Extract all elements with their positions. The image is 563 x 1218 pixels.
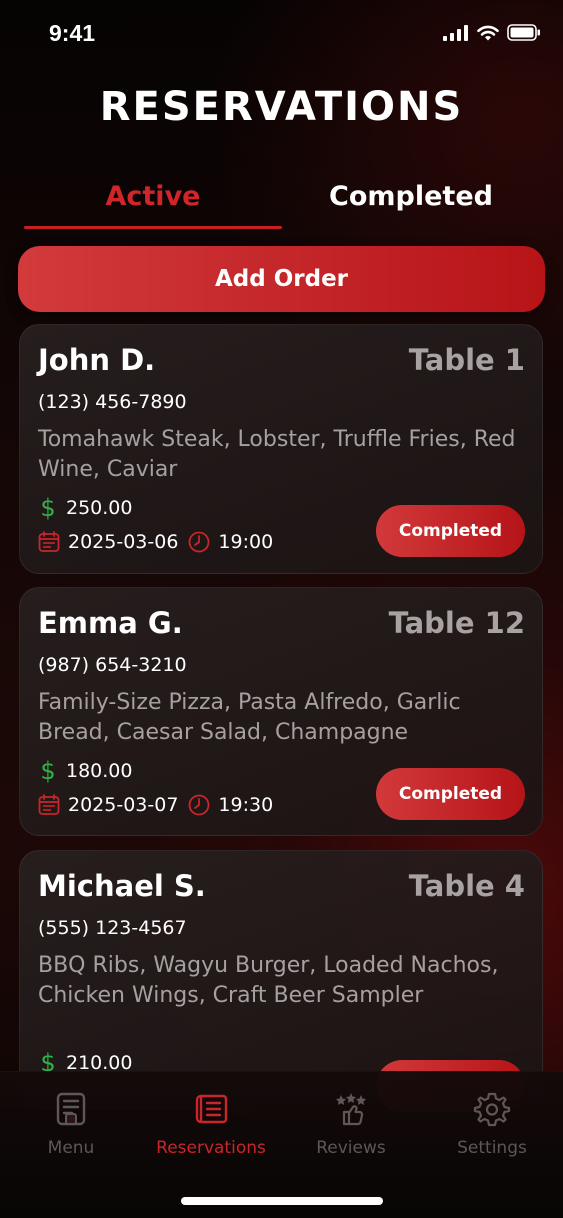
order-items: Tomahawk Steak, Lobster, Truffle Fries, … bbox=[38, 427, 516, 482]
reservation-date: 2025-03-06 bbox=[68, 531, 179, 553]
clock-icon bbox=[188, 794, 210, 816]
signal-icon bbox=[443, 24, 469, 45]
nav-label: Settings bbox=[457, 1138, 527, 1158]
dollar-icon: $ bbox=[40, 494, 56, 522]
tab-completed[interactable]: Completed bbox=[282, 166, 540, 226]
mark-completed-button[interactable]: Completed bbox=[376, 768, 525, 820]
customer-name: John D. bbox=[38, 343, 156, 377]
reservation-tabs: Active Completed bbox=[24, 166, 540, 232]
reservations-icon bbox=[192, 1090, 230, 1132]
page-title: RESERVATIONS bbox=[99, 84, 464, 130]
app-screen: 9:41 RESERVATIONS Active Completed Add O… bbox=[0, 0, 563, 1218]
datetime-row: 2025-03-07 19:30 bbox=[38, 794, 273, 816]
calendar-icon bbox=[38, 531, 60, 553]
order-price: 180.00 bbox=[66, 760, 133, 782]
customer-phone: (987) 654-3210 bbox=[38, 654, 187, 676]
gear-icon bbox=[473, 1090, 511, 1132]
active-tab-indicator bbox=[24, 226, 282, 229]
nav-label: Reservations bbox=[156, 1138, 266, 1158]
customer-name: Emma G. bbox=[38, 606, 183, 640]
clock-icon bbox=[188, 531, 210, 553]
table-number: Table 1 bbox=[408, 343, 525, 377]
add-order-button[interactable]: Add Order bbox=[18, 246, 545, 312]
home-indicator bbox=[181, 1197, 383, 1205]
order-items: Family-Size Pizza, Pasta Alfredo, Garlic… bbox=[38, 690, 461, 745]
table-number: Table 12 bbox=[388, 606, 525, 640]
customer-phone: (555) 123-4567 bbox=[38, 917, 187, 939]
battery-icon bbox=[507, 24, 541, 45]
reservation-time: 19:00 bbox=[218, 531, 274, 553]
customer-name: Michael S. bbox=[38, 869, 206, 903]
nav-item-reservations[interactable]: Reservations bbox=[141, 1090, 281, 1158]
dollar-icon: $ bbox=[40, 757, 56, 785]
bottom-nav: Menu Reservations Reviews Settings bbox=[0, 1071, 563, 1218]
nav-label: Reviews bbox=[316, 1138, 386, 1158]
nav-label: Menu bbox=[47, 1138, 95, 1158]
calendar-icon bbox=[38, 794, 60, 816]
nav-item-settings[interactable]: Settings bbox=[422, 1090, 562, 1158]
reservation-time: 19:30 bbox=[218, 794, 274, 816]
order-price: 250.00 bbox=[66, 497, 133, 519]
status-time: 9:41 bbox=[49, 20, 96, 46]
price-row: $ 250.00 bbox=[38, 494, 132, 522]
nav-item-menu[interactable]: Menu bbox=[1, 1090, 141, 1158]
menu-icon bbox=[52, 1090, 90, 1132]
reservation-card[interactable]: Emma G. Table 12 (987) 654-3210 Family-S… bbox=[19, 587, 543, 836]
datetime-row: 2025-03-06 19:00 bbox=[38, 531, 273, 553]
nav-item-reviews[interactable]: Reviews bbox=[281, 1090, 421, 1158]
reservation-date: 2025-03-07 bbox=[68, 794, 179, 816]
status-icons bbox=[443, 24, 541, 45]
tab-active[interactable]: Active bbox=[24, 166, 282, 226]
order-items: BBQ Ribs, Wagyu Burger, Loaded Nachos, C… bbox=[38, 953, 499, 1008]
wifi-icon bbox=[477, 25, 499, 45]
customer-phone: (123) 456-7890 bbox=[38, 391, 187, 413]
status-bar: 9:41 bbox=[0, 0, 563, 70]
reservation-card[interactable]: John D. Table 1 (123) 456-7890 Tomahawk … bbox=[19, 324, 543, 574]
price-row: $ 180.00 bbox=[38, 757, 132, 785]
reviews-icon bbox=[332, 1090, 370, 1132]
table-number: Table 4 bbox=[408, 869, 525, 903]
mark-completed-button[interactable]: Completed bbox=[376, 505, 525, 557]
